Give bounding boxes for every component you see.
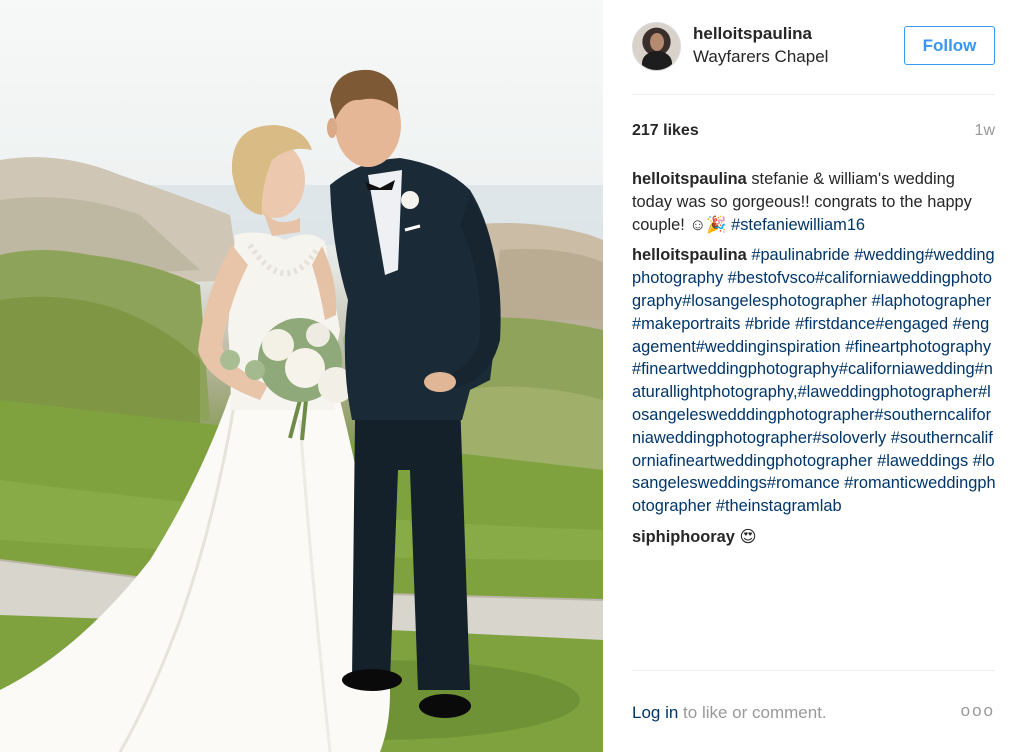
likes-count[interactable]: 217 likes <box>632 122 699 140</box>
post-footer: Log in to like or comment. ooo <box>632 670 995 722</box>
post-time[interactable]: 1w <box>975 122 995 140</box>
more-options-icon[interactable]: ooo <box>961 701 995 721</box>
username-link[interactable]: helloitspaulina <box>693 24 812 44</box>
comment-user[interactable]: helloitspaulina <box>632 246 747 264</box>
post-photo[interactable] <box>0 0 603 752</box>
comment-hashtags: helloitspaulina #paulinabride #wedding#w… <box>632 244 997 518</box>
comment-caption: helloitspaulina stefanie & william's wed… <box>632 168 997 236</box>
post-header: helloitspaulina Wayfarers Chapel Follow <box>632 20 995 95</box>
avatar-face <box>650 33 664 51</box>
comment-hashtag-list[interactable]: #paulinabride #wedding#weddingphotograph… <box>632 246 996 515</box>
login-link[interactable]: Log in <box>632 703 678 722</box>
follow-button[interactable]: Follow <box>904 26 995 65</box>
comment-reply: siphiphooray 😍 <box>632 526 997 549</box>
login-prompt-text: to like or comment. <box>678 703 827 722</box>
login-prompt: Log in to like or comment. <box>632 703 827 723</box>
comment-user[interactable]: helloitspaulina <box>632 170 747 188</box>
post-sidebar: helloitspaulina Wayfarers Chapel Follow … <box>603 0 1024 752</box>
comments-list: helloitspaulina stefanie & william's wed… <box>632 168 997 557</box>
comment-hashtag[interactable]: #stefaniewilliam16 <box>731 216 865 234</box>
wedding-photo-illustration <box>0 69 603 752</box>
comment-user[interactable]: siphiphooray <box>632 528 735 546</box>
avatar[interactable] <box>632 22 681 71</box>
comment-emoji: 😍 <box>739 527 757 546</box>
location-link[interactable]: Wayfarers Chapel <box>693 47 828 67</box>
avatar-body <box>642 51 672 70</box>
